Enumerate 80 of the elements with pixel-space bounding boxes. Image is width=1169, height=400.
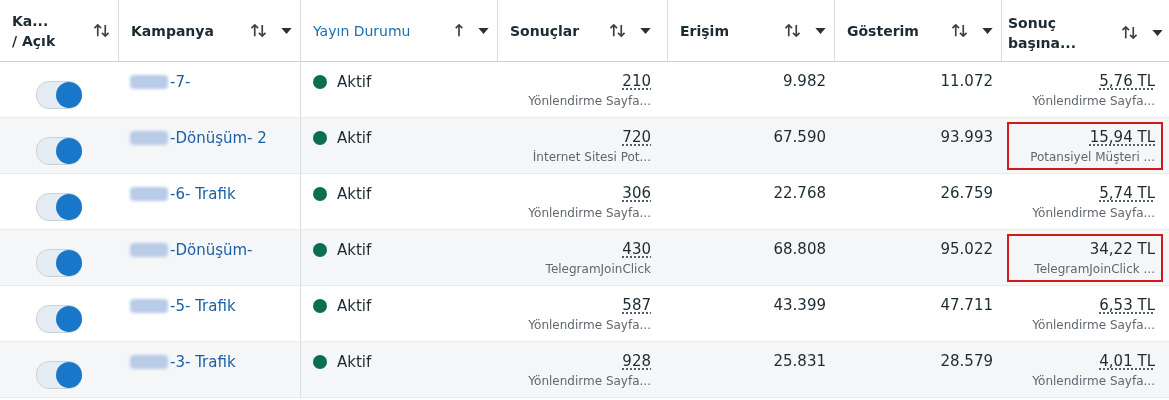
- cost-value[interactable]: 5,76 TL: [1099, 70, 1155, 92]
- results-value[interactable]: 928: [622, 350, 651, 372]
- toggle-switch[interactable]: [36, 304, 82, 333]
- cost-value[interactable]: 5,74 TL: [1099, 182, 1155, 204]
- status-text: Aktif: [337, 184, 372, 203]
- redacted-text: [130, 130, 168, 145]
- campaign-link[interactable]: -6- Trafik: [170, 184, 236, 203]
- result-type: Yönlendirme Sayfa...: [1032, 317, 1155, 334]
- toggle-switch[interactable]: [36, 360, 82, 389]
- impressions-value: 95.022: [940, 239, 993, 260]
- column-header[interactable]: Ka... / Açık: [12, 10, 58, 51]
- reach-value: 22.768: [773, 183, 826, 204]
- result-type: İnternet Sitesi Pot...: [532, 149, 651, 166]
- caret-icon[interactable]: [478, 27, 489, 34]
- impressions-value: 47.711: [940, 295, 993, 316]
- result-type: Yönlendirme Sayfa...: [528, 373, 651, 390]
- redacted-text: [130, 354, 168, 369]
- campaign-link[interactable]: -7-: [170, 72, 191, 91]
- sort-icon[interactable]: [784, 23, 801, 38]
- toggle-switch[interactable]: [36, 248, 82, 277]
- campaign-link[interactable]: -3- Trafik: [170, 352, 236, 371]
- result-type: TelegramJoinClick ...: [1034, 261, 1155, 278]
- caret-icon[interactable]: [982, 27, 993, 34]
- column-header[interactable]: Yayın Durumu: [313, 20, 411, 41]
- toggle-switch[interactable]: [36, 136, 82, 165]
- column-header[interactable]: Sonuç başına...: [1008, 12, 1092, 53]
- cost-value[interactable]: 34,22 TL: [1089, 238, 1155, 260]
- result-type: Yönlendirme Sayfa...: [1032, 205, 1155, 222]
- reach-value: 9.982: [783, 71, 826, 92]
- result-type: Yönlendirme Sayfa...: [528, 93, 651, 110]
- result-type: Yönlendirme Sayfa...: [528, 317, 651, 334]
- status-text: Aktif: [337, 72, 372, 91]
- results-value[interactable]: 306: [622, 182, 651, 204]
- impressions-value: 26.759: [940, 183, 993, 204]
- result-type: Yönlendirme Sayfa...: [528, 205, 651, 222]
- cost-value[interactable]: 4,01 TL: [1099, 350, 1155, 372]
- caret-icon[interactable]: [815, 27, 826, 34]
- results-value[interactable]: 587: [622, 294, 651, 316]
- sort-icon[interactable]: [1121, 25, 1138, 40]
- results-value[interactable]: 720: [622, 126, 651, 148]
- column-header[interactable]: Kampanya: [131, 20, 214, 41]
- reach-value: 25.831: [773, 351, 826, 372]
- caret-icon[interactable]: [1152, 29, 1163, 36]
- sort-ascending-icon[interactable]: [454, 23, 464, 38]
- results-value[interactable]: 430: [622, 238, 651, 260]
- impressions-value: 11.072: [940, 71, 993, 92]
- sort-icon[interactable]: [93, 23, 110, 38]
- column-header[interactable]: Erişim: [680, 20, 729, 41]
- caret-icon[interactable]: [640, 27, 651, 34]
- reach-value: 67.590: [773, 127, 826, 148]
- cost-value[interactable]: 15,94 TL: [1089, 126, 1155, 148]
- toggle-switch[interactable]: [36, 80, 82, 109]
- reach-value: 43.399: [773, 295, 826, 316]
- campaign-link[interactable]: -Dönüşüm-: [170, 240, 253, 259]
- result-type: Yönlendirme Sayfa...: [1032, 93, 1155, 110]
- impressions-value: 93.993: [940, 127, 993, 148]
- status-text: Aktif: [337, 240, 372, 259]
- status-text: Aktif: [337, 296, 372, 315]
- redacted-text: [130, 242, 168, 257]
- sort-icon[interactable]: [951, 23, 968, 38]
- status-text: Aktif: [337, 352, 372, 371]
- result-type: Potansiyel Müşteri ...: [1030, 149, 1155, 166]
- sort-icon[interactable]: [609, 23, 626, 38]
- result-type: TelegramJoinClick: [545, 261, 651, 278]
- result-type: Yönlendirme Sayfa...: [1032, 373, 1155, 390]
- column-header[interactable]: Sonuçlar: [510, 20, 580, 41]
- caret-icon[interactable]: [281, 27, 292, 34]
- redacted-text: [130, 186, 168, 201]
- cost-value[interactable]: 6,53 TL: [1099, 294, 1155, 316]
- reach-value: 68.808: [773, 239, 826, 260]
- results-value[interactable]: 210: [622, 70, 651, 92]
- column-header[interactable]: Gösterim: [847, 20, 919, 41]
- redacted-text: [130, 298, 168, 313]
- toggle-switch[interactable]: [36, 192, 82, 221]
- sort-icon[interactable]: [250, 23, 267, 38]
- status-text: Aktif: [337, 128, 372, 147]
- campaign-link[interactable]: -5- Trafik: [170, 296, 236, 315]
- redacted-text: [130, 74, 168, 89]
- impressions-value: 28.579: [940, 351, 993, 372]
- campaign-link[interactable]: -Dönüşüm- 2: [170, 128, 267, 147]
